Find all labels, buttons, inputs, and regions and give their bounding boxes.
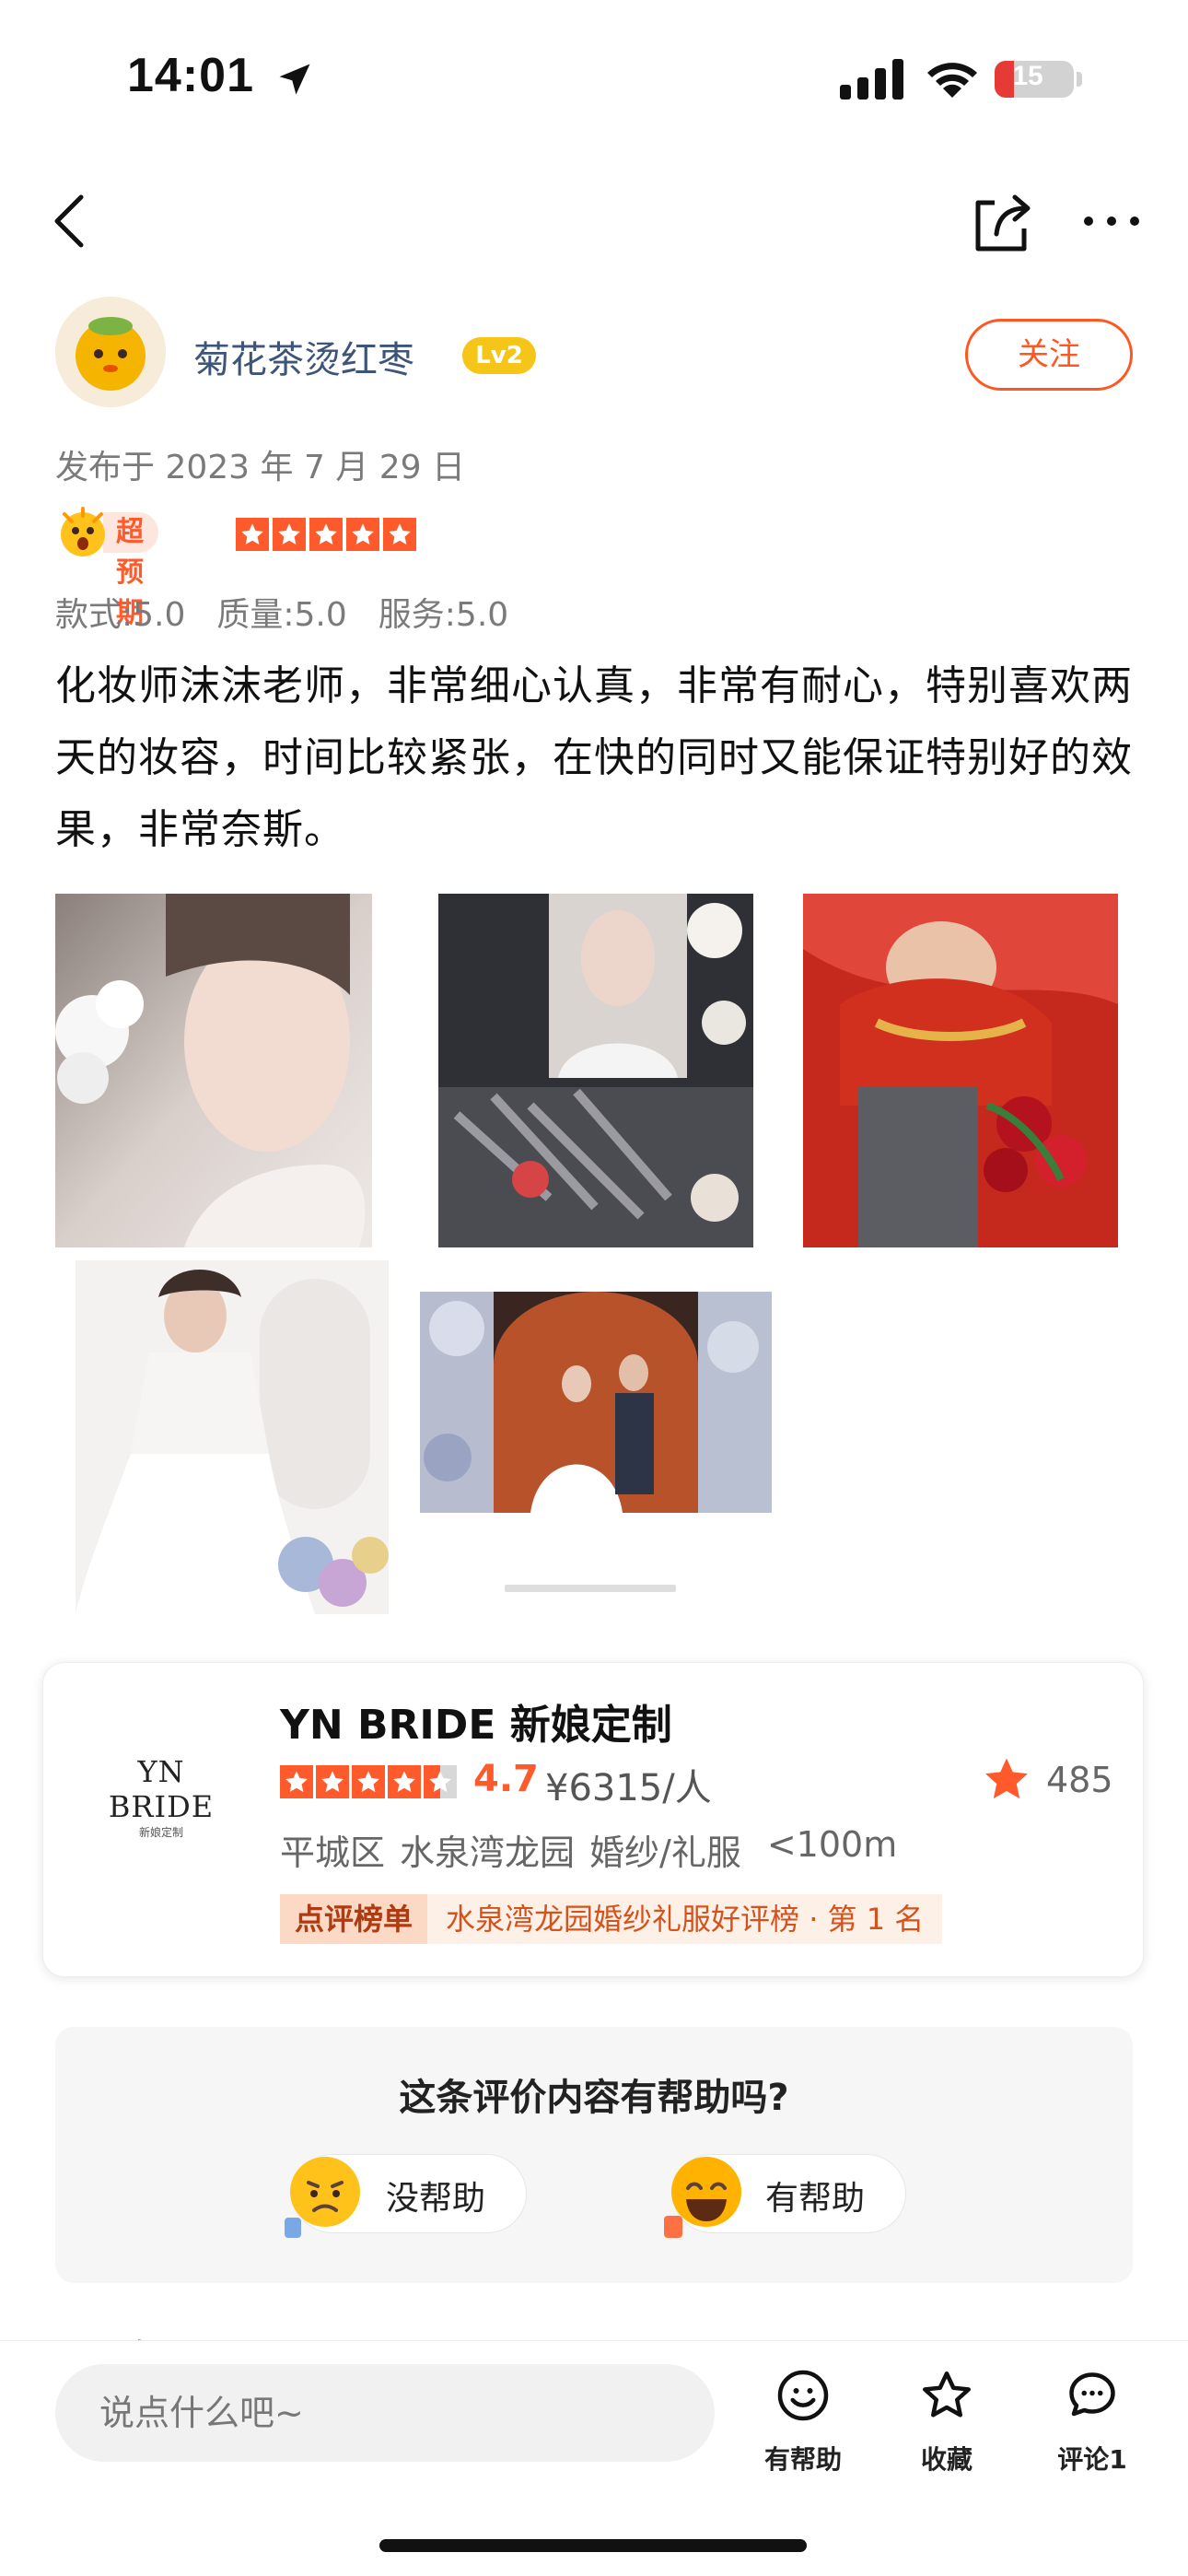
shop-rating-star (280, 1765, 313, 1798)
shop-rating-star (316, 1765, 349, 1798)
review-photo[interactable] (438, 894, 753, 1247)
score-service: 服务:5.0 (378, 596, 509, 634)
shop-area: 水泉湾龙园 (400, 1832, 576, 1873)
review-photo[interactable] (803, 894, 1118, 1247)
wifi-icon (927, 63, 977, 98)
comment-action-label: 评论1 (1057, 2444, 1127, 2475)
star-outline-icon (923, 2371, 971, 2418)
shop-logo: YN BRIDE 新娘定制 (108, 1754, 215, 1839)
battery-indicator: 15 (995, 59, 1083, 100)
score-breakdown: 款式:5.0 质量:5.0 服务:5.0 (55, 588, 508, 636)
shop-favorite-count: 485 (1046, 1760, 1113, 1800)
shop-district: 平城区 (280, 1832, 386, 1873)
shop-rating-star (388, 1765, 421, 1798)
helpful-button[interactable]: 有帮助 (664, 2154, 906, 2238)
rating-star (309, 518, 343, 551)
score-style: 款式:5.0 (55, 596, 186, 634)
shop-score: 4.7 (473, 1758, 539, 1800)
review-photo[interactable] (55, 894, 372, 1247)
comment-action[interactable]: 评论1 (1037, 2368, 1147, 2476)
follow-button[interactable]: 关注 (965, 319, 1133, 391)
cellular-signal-icon (840, 59, 903, 100)
photo-watermark (505, 1585, 676, 1592)
rating-star (236, 518, 269, 551)
rating-star (383, 518, 416, 551)
battery-level: 15 (1012, 61, 1043, 91)
ranking-label: 点评榜单 (280, 1894, 428, 1944)
favorite-action[interactable]: 收藏 (891, 2368, 1002, 2476)
shop-location: 平城区 水泉湾龙园 婚纱/礼服 <100m (280, 1824, 897, 1875)
shop-distance: <100m (766, 1824, 898, 1865)
share-icon[interactable] (969, 184, 1035, 258)
score-quality: 质量:5.0 (216, 596, 347, 634)
status-time: 14:01 (127, 49, 254, 102)
ranking-text: 水泉湾龙园婚纱礼服好评榜 · 第 1 名 (427, 1894, 943, 1944)
helpful-panel (55, 2027, 1133, 2283)
home-indicator (379, 2539, 807, 2552)
shop-price: ¥6315/人 (545, 1767, 712, 1809)
publish-date: 发布于 2023 年 7 月 29 日 (55, 449, 465, 486)
ranking-tag[interactable]: 点评榜单 水泉湾龙园婚纱礼服好评榜 · 第 1 名 (280, 1894, 943, 1944)
review-photo[interactable] (76, 1260, 389, 1614)
review-text: 化妆师沫沫老师，非常细心认真，非常有耐心，特别喜欢两天的妆容，时间比较紧张，在快… (55, 662, 1133, 853)
shop-category: 婚纱/礼服 (589, 1832, 741, 1873)
favorite-action-label: 收藏 (920, 2444, 973, 2475)
more-options-icon[interactable] (1079, 203, 1144, 240)
shop-stars (280, 1765, 457, 1798)
author-avatar[interactable] (55, 297, 166, 407)
star-icon[interactable] (982, 1754, 1031, 1804)
helpful-action-label: 有帮助 (763, 2444, 842, 2475)
review-stars (236, 518, 416, 551)
shop-rating-star (424, 1765, 457, 1798)
shop-rating-star (352, 1765, 385, 1798)
not-helpful-button[interactable]: 没帮助 (285, 2154, 527, 2238)
author-name[interactable]: 菊花茶烫红枣 (193, 330, 414, 383)
laugh-emoji-icon (664, 2157, 741, 2238)
rating-star (346, 518, 379, 551)
comment-input[interactable]: 说点什么吧~ (55, 2364, 715, 2462)
shop-name[interactable]: YN BRIDE 新娘定制 (280, 1692, 672, 1751)
chat-bubble-icon (1069, 2372, 1115, 2417)
helpful-action[interactable]: 有帮助 (748, 2368, 858, 2476)
rating-star (273, 518, 306, 551)
not-helpful-label: 没帮助 (386, 2180, 486, 2218)
review-photo[interactable] (420, 1292, 772, 1513)
frown-emoji-icon (285, 2157, 360, 2238)
smile-icon (777, 2370, 829, 2421)
back-arrow-icon[interactable] (44, 184, 99, 258)
surprised-emoji-icon (61, 507, 105, 556)
location-arrow-icon (279, 64, 310, 95)
helpful-label: 有帮助 (765, 2180, 866, 2218)
level-badge: Lv2 (462, 337, 536, 374)
helpful-question: 这条评价内容有帮助吗? (399, 2077, 789, 2119)
rating-label: 超预期 (103, 512, 158, 629)
